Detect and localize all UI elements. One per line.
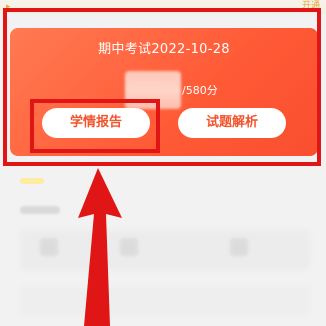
report-button-highlight-box [30, 99, 160, 153]
background-badge [20, 178, 44, 184]
background-icon [40, 238, 58, 256]
background-row-placeholder [20, 230, 310, 270]
background-heading-placeholder [20, 206, 60, 214]
background-icon [230, 238, 248, 256]
background-icon [120, 238, 138, 256]
background-row-placeholder [20, 286, 310, 316]
